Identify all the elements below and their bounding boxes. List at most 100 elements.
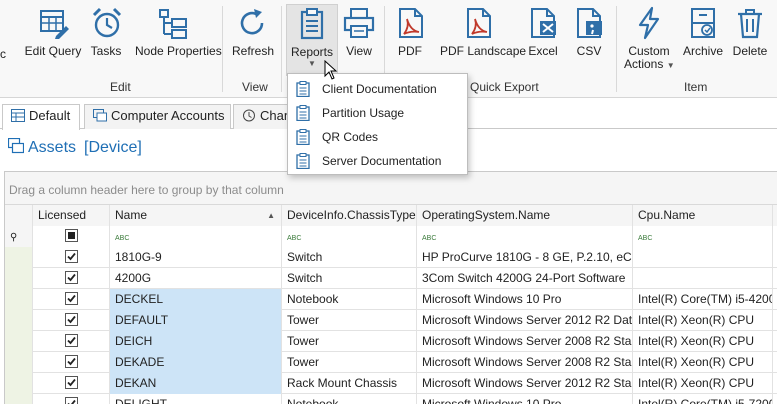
licensed-checkbox[interactable] xyxy=(65,292,78,305)
menu-item-client-documentation[interactable]: Client Documentation xyxy=(288,77,467,101)
menu-item-partition-usage[interactable]: Partition Usage xyxy=(288,101,467,125)
os-cell-text: Microsoft Windows Server 2008 R2 Stand..… xyxy=(422,355,633,369)
licensed-checkbox[interactable] xyxy=(65,271,78,284)
licensed-cell[interactable] xyxy=(33,394,110,404)
edit-query-button[interactable]: Edit Query xyxy=(24,6,82,58)
licensed-cell[interactable] xyxy=(33,331,110,352)
excel-button[interactable]: Excel xyxy=(526,6,560,58)
name-cell-text: DEKADE xyxy=(115,355,165,369)
licensed-checkbox[interactable] xyxy=(65,334,78,347)
assets-grid: Drag a column header here to group by th… xyxy=(4,171,777,404)
licensed-column-header[interactable]: Licensed xyxy=(33,205,110,226)
row-indicator[interactable] xyxy=(5,247,33,268)
table-row[interactable]: DELIGHT Notebook Microsoft Windows 10 Pro I… xyxy=(5,394,777,404)
column-header-label: OperatingSystem.Name xyxy=(422,208,551,222)
group-label-quick-export: Quick Export xyxy=(470,80,539,94)
os-cell: Microsoft Windows Server 2012 R2 Stand..… xyxy=(417,373,633,394)
row-indicator[interactable] xyxy=(5,394,33,404)
table-row[interactable]: DEKADE Tower Microsoft Windows Server 2008… xyxy=(5,352,777,373)
node-properties-label: Node Properties xyxy=(135,44,222,58)
cpu-filter-cell[interactable]: ABC xyxy=(633,226,773,247)
os-filter-cell[interactable]: ABC xyxy=(417,226,633,247)
row-indicator[interactable] xyxy=(5,352,33,373)
licensed-filter-cell[interactable] xyxy=(33,226,110,247)
cpu-cell: Intel(R) Xeon(R) CPU xyxy=(633,373,773,394)
archive-button[interactable]: Archive xyxy=(683,6,723,58)
name-cell-text: DEICH xyxy=(115,334,153,348)
name-cell: DELIGHT xyxy=(110,394,282,404)
table-row[interactable]: DEKAN Rack Mount Chassis Microsoft Windows… xyxy=(5,373,777,394)
licensed-cell[interactable] xyxy=(33,247,110,268)
licensed-checkbox[interactable] xyxy=(65,355,78,368)
licensed-checkbox[interactable] xyxy=(65,376,78,389)
printer-icon xyxy=(343,8,375,38)
chassis-column-header[interactable]: DeviceInfo.ChassisType xyxy=(282,205,417,226)
os-cell: Microsoft Windows Server 2008 R2 Stand..… xyxy=(417,352,633,373)
row-indicator[interactable] xyxy=(5,268,33,289)
csv-label: CSV xyxy=(576,44,602,58)
licensed-cell[interactable] xyxy=(33,352,110,373)
chassis-cell-text: Notebook xyxy=(287,292,339,306)
delete-button[interactable]: Delete xyxy=(731,6,769,58)
cpu-cell: Intel(R) Xeon(R) CPU xyxy=(633,352,773,373)
licensed-filter-checkbox[interactable] xyxy=(65,229,78,242)
pdf-landscape-button[interactable]: PDF Landscape xyxy=(440,6,526,58)
table-row[interactable]: DEFAULT Tower Microsoft Windows Server 201… xyxy=(5,310,777,331)
row-indicator[interactable] xyxy=(5,331,33,352)
clipboard-icon xyxy=(296,105,310,121)
node-properties-button[interactable]: Node Properties xyxy=(135,6,222,58)
column-header-extra xyxy=(773,205,777,226)
cpu-cell xyxy=(633,268,773,289)
mouse-cursor-icon xyxy=(324,60,338,80)
chassis-cell-text: Switch xyxy=(287,250,323,264)
cpu-cell: Intel(R) Xeon(R) CPU xyxy=(633,331,773,352)
menu-item-qr-codes[interactable]: QR Codes xyxy=(288,125,467,149)
refresh-button[interactable]: Refresh xyxy=(232,6,274,58)
pdf-button[interactable]: PDF xyxy=(394,6,426,58)
name-cell-text: DEKAN xyxy=(115,376,157,390)
table-row[interactable]: 1810G-9 Switch HP ProCurve 1810G - 8 GE, P… xyxy=(5,247,777,268)
csv-button[interactable]: CSV xyxy=(572,6,606,58)
name-cell-text: 1810G-9 xyxy=(115,250,162,264)
cpu-column-header[interactable]: Cpu.Name xyxy=(633,205,773,226)
tasks-button[interactable]: Tasks xyxy=(90,6,122,58)
tab-changes-label: Chan xyxy=(260,108,289,123)
tab-changes[interactable]: Chan xyxy=(233,104,289,129)
os-column-header[interactable]: OperatingSystem.Name xyxy=(417,205,633,226)
cpu-extra-cell xyxy=(773,289,777,310)
page-title-text: Assets xyxy=(28,139,77,156)
row-indicator[interactable] xyxy=(5,373,33,394)
os-cell: Microsoft Windows 10 Pro xyxy=(417,394,633,404)
licensed-cell[interactable] xyxy=(33,289,110,310)
group-by-panel[interactable]: Drag a column header here to group by th… xyxy=(5,172,777,205)
custom-actions-button[interactable]: Custom Actions ▼ xyxy=(624,6,675,72)
table-row[interactable]: DEICH Tower Microsoft Windows Server 2008 … xyxy=(5,331,777,352)
tab-computer-accounts[interactable]: Computer Accounts xyxy=(84,104,231,129)
os-cell: Microsoft Windows Server 2008 R2 Stand..… xyxy=(417,331,633,352)
group-separator xyxy=(281,6,282,92)
name-column-header[interactable]: Name ▲ xyxy=(110,205,282,226)
cpu-cell: Intel(R) Core(TM) i5-4200U C xyxy=(633,289,773,310)
table-row[interactable]: DECKEL Notebook Microsoft Windows 10 Pro In… xyxy=(5,289,777,310)
column-header-label: DeviceInfo.ChassisType xyxy=(287,208,416,222)
menu-item-server-documentation[interactable]: Server Documentation xyxy=(288,149,467,173)
tab-default[interactable]: Default xyxy=(2,104,80,130)
licensed-cell[interactable] xyxy=(33,373,110,394)
cpu-cell-text: Intel(R) Core(TM) i5-7200U C xyxy=(638,397,772,404)
name-filter-cell[interactable]: ABC xyxy=(110,226,282,247)
devices-icon xyxy=(8,138,24,154)
dropdown-caret-icon: ▼ xyxy=(666,61,675,70)
licensed-checkbox[interactable] xyxy=(65,250,78,263)
row-indicator[interactable] xyxy=(5,289,33,310)
licensed-cell[interactable] xyxy=(33,268,110,289)
sort-ascending-icon: ▲ xyxy=(267,211,275,220)
filter-pin-icon: ⚲ xyxy=(10,232,18,243)
row-indicator[interactable] xyxy=(5,310,33,331)
table-row[interactable]: 4200G Switch 3Com Switch 4200G 24-Port Sof… xyxy=(5,268,777,289)
chassis-filter-cell[interactable]: ABC xyxy=(282,226,417,247)
licensed-checkbox[interactable] xyxy=(65,313,78,326)
licensed-checkbox[interactable] xyxy=(65,397,78,404)
name-cell-text: DELIGHT xyxy=(115,397,168,404)
licensed-cell[interactable] xyxy=(33,310,110,331)
view-button[interactable]: View xyxy=(342,6,376,58)
